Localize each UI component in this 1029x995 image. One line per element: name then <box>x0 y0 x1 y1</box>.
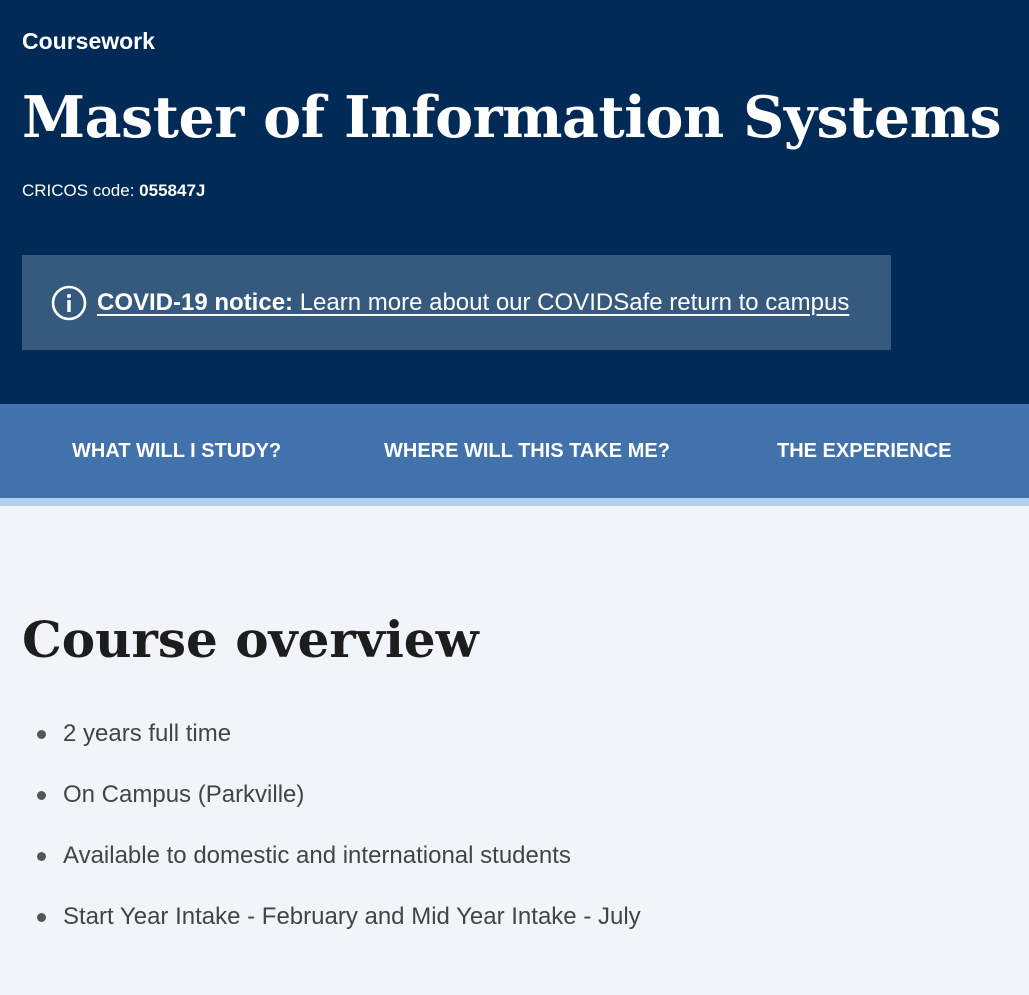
list-item: Start Year Intake - February and Mid Yea… <box>0 891 641 952</box>
info-circle-icon <box>51 285 87 321</box>
covid-notice-label: COVID-19 notice: <box>97 288 294 316</box>
course-overview-heading: Course overview <box>22 610 479 669</box>
list-item: On Campus (Parkville) <box>0 769 641 830</box>
course-type-label: Coursework <box>22 28 155 54</box>
fact-text: On Campus (Parkville) <box>63 781 305 808</box>
course-hero: Coursework Master of Information Systems… <box>0 0 1029 404</box>
bullet-icon <box>37 791 46 800</box>
bullet-icon <box>37 730 46 739</box>
cricos-code-value: 055847J <box>139 181 206 200</box>
cricos-code: CRICOS code: 055847J <box>22 181 205 201</box>
covid-notice-banner: COVID-19 notice: Learn more about our CO… <box>22 255 891 350</box>
bullet-icon <box>37 852 46 861</box>
nav-the-experience[interactable]: THE EXPERIENCE <box>777 404 951 498</box>
course-overview-list: 2 years full time On Campus (Parkville) … <box>0 708 641 952</box>
list-item: 2 years full time <box>0 708 641 769</box>
covid-notice-link[interactable]: COVID-19 notice: Learn more about our CO… <box>97 289 849 317</box>
covid-notice-text: Learn more about our COVIDSafe return to… <box>299 288 850 316</box>
bullet-icon <box>37 913 46 922</box>
fact-text: 2 years full time <box>63 720 232 747</box>
fact-text: Available to domestic and international … <box>63 842 571 869</box>
nav-what-will-i-study[interactable]: WHAT WILL I STUDY? <box>72 404 281 498</box>
page-title: Master of Information Systems <box>22 84 1002 151</box>
cricos-label: CRICOS code: <box>22 181 135 200</box>
fact-text: Start Year Intake - February and Mid Yea… <box>63 903 641 930</box>
nav-accent-strip <box>0 498 1029 506</box>
nav-where-will-this-take-me[interactable]: WHERE WILL THIS TAKE ME? <box>384 404 670 498</box>
section-nav: WHAT WILL I STUDY? WHERE WILL THIS TAKE … <box>0 404 1029 498</box>
list-item: Available to domestic and international … <box>0 830 641 891</box>
